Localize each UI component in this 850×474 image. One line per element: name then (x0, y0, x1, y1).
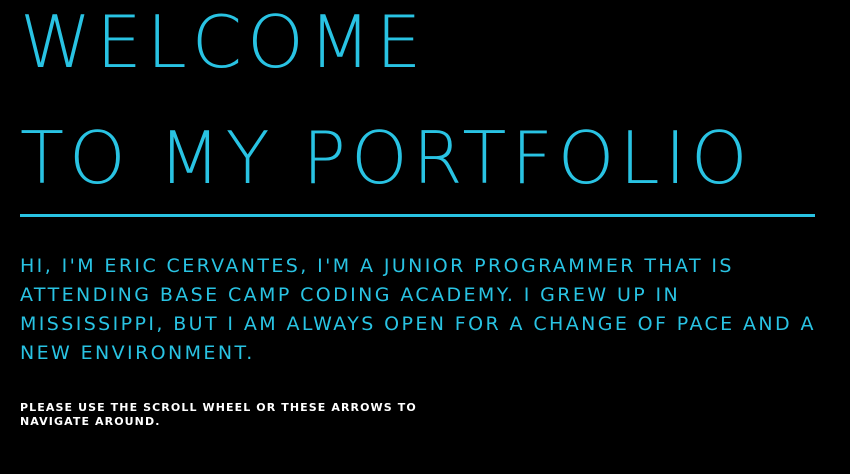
portfolio-page: WELCOME TO MY PORTFOLIO HI, I'M ERIC CER… (0, 0, 850, 474)
portfolio-heading: TO MY PORTFOLIO (20, 116, 753, 200)
heading-divider (20, 214, 815, 217)
intro-paragraph: HI, I'M ERIC CERVANTES, I'M A JUNIOR PRO… (20, 255, 816, 364)
welcome-heading: WELCOME (20, 0, 427, 84)
navigation-hint: PLEASE USE THE SCROLL WHEEL OR THESE ARR… (20, 401, 417, 428)
